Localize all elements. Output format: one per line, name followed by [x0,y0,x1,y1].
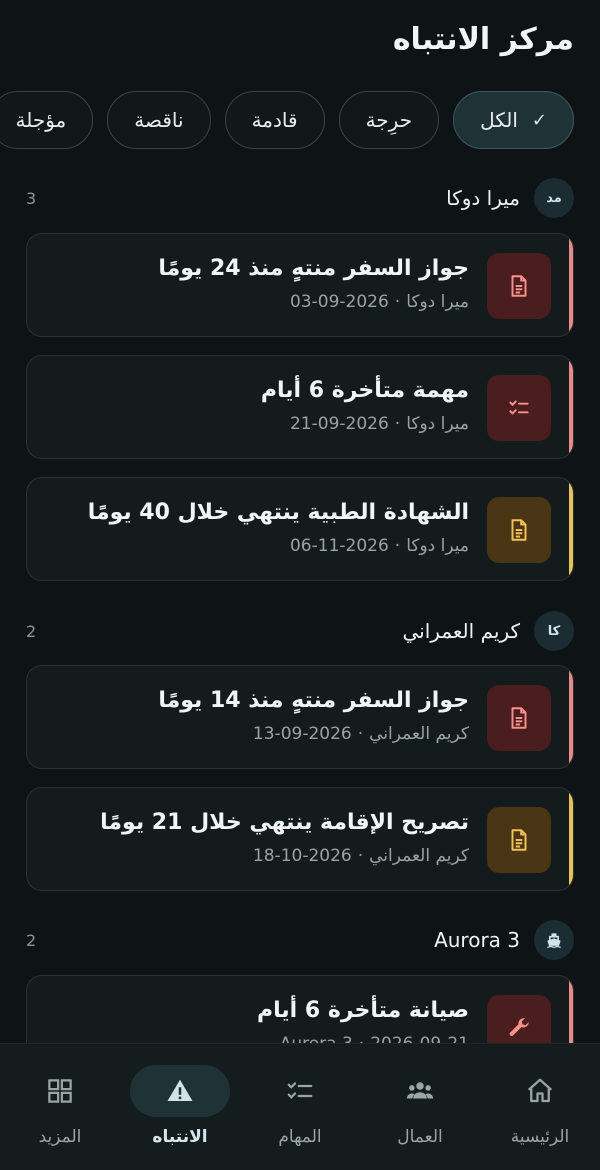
document-icon [487,497,551,563]
document-icon [487,685,551,751]
avatar: مد [534,178,574,218]
filter-chip-label: الكل [480,108,518,132]
task-list-icon [487,375,551,441]
filter-chip-label: ناقصة [134,108,184,132]
grid-icon [10,1065,110,1117]
nav-item-workers[interactable]: العمال [360,1044,480,1170]
alert-card[interactable]: جواز السفر منتهٍ منذ 14 يومًا كريم العمر… [26,665,574,769]
people-icon [370,1065,470,1117]
group-header-aurora[interactable]: Aurora 3 2 [26,920,574,960]
filter-chip-postponed[interactable]: مؤجلة [0,91,94,149]
alert-person: كريم العمراني [369,846,469,866]
alert-title: الشهادة الطبية ينتهي خلال 40 يومًا [87,500,469,525]
group-header-karim[interactable]: كا كريم العمراني 2 [26,611,574,651]
alert-card[interactable]: جواز السفر منتهٍ منذ 24 يومًا ميرا دوكا·… [26,233,574,337]
filter-chip-incomplete[interactable]: ناقصة [107,91,211,149]
filter-chip-upcoming[interactable]: قادمة [224,91,325,149]
alert-title: جواز السفر منتهٍ منذ 24 يومًا [158,256,469,281]
filter-chip-label: مؤجلة [15,108,67,132]
alert-date: 2026-10-18 [252,846,352,866]
group-count: 2 [26,621,37,641]
nav-item-more[interactable]: المزيد [0,1044,120,1170]
alert-card[interactable]: الشهادة الطبية ينتهي خلال 40 يومًا ميرا … [26,477,574,581]
document-icon [487,807,551,873]
alert-person: ميرا دوكا [406,536,469,556]
page-title: مركز الانتباه [392,22,574,57]
filter-chip-label: قادمة [251,108,298,132]
alert-meta: ميرا دوكا·2026-09-21 [289,414,469,434]
attention-center-screen: مركز الانتباه ✓ الكل حرِجة قادمة ناقصة م… [0,0,600,1170]
bottom-navigation: الرئيسية العمال المهام الانتباه المزيد [0,1043,600,1170]
filter-chips: ✓ الكل حرِجة قادمة ناقصة مؤجلة [0,91,574,149]
alert-date: 2026-09-21 [289,414,389,434]
warning-icon [130,1065,230,1117]
group-name: كريم العمراني [402,619,520,643]
ship-icon [534,920,574,960]
nav-label: الرئيسية [510,1127,570,1147]
alert-date: 2026-09-13 [252,724,352,744]
alert-title: صيانة متأخرة 6 أيام [257,998,469,1023]
alert-person: ميرا دوكا [406,414,469,434]
group-name: ميرا دوكا [446,186,520,210]
alert-meta: ميرا دوكا·2026-11-06 [289,536,469,556]
nav-label: العمال [397,1127,443,1147]
avatar: كا [534,611,574,651]
severity-stripe [569,234,573,336]
alert-meta: كريم العمراني·2026-10-18 [252,846,469,866]
severity-stripe [569,478,573,580]
nav-item-home[interactable]: الرئيسية [480,1044,600,1170]
nav-item-tasks[interactable]: المهام [240,1044,360,1170]
alert-date: 2026-09-03 [289,292,389,312]
alert-person: ميرا دوكا [406,292,469,312]
nav-item-attention[interactable]: الانتباه [120,1044,240,1170]
alert-meta: كريم العمراني·2026-09-13 [252,724,469,744]
nav-label: المهام [278,1127,322,1147]
filter-chip-critical[interactable]: حرِجة [338,91,440,149]
severity-stripe [569,356,573,458]
severity-stripe [569,666,573,768]
alert-title: مهمة متأخرة 6 أيام [260,378,469,403]
group-count: 2 [26,930,37,950]
group-count: 3 [26,188,37,208]
home-icon [490,1065,590,1117]
nav-label: المزيد [38,1127,82,1147]
group-name: Aurora 3 [434,928,520,952]
checklist-icon [250,1065,350,1117]
alert-meta: ميرا دوكا·2026-09-03 [289,292,469,312]
alert-card[interactable]: تصريح الإقامة ينتهي خلال 21 يومًا كريم ا… [26,787,574,891]
alert-title: جواز السفر منتهٍ منذ 14 يومًا [158,688,469,713]
document-icon [487,253,551,319]
nav-label: الانتباه [152,1127,208,1147]
alert-person: كريم العمراني [369,724,469,744]
severity-stripe [569,788,573,890]
filter-chip-label: حرِجة [365,108,413,132]
alert-date: 2026-11-06 [289,536,389,556]
group-header-mira[interactable]: مد ميرا دوكا 3 [26,178,574,218]
alert-card[interactable]: مهمة متأخرة 6 أيام ميرا دوكا·2026-09-21 [26,355,574,459]
alert-title: تصريح الإقامة ينتهي خلال 21 يومًا [100,810,469,835]
filter-chip-all[interactable]: ✓ الكل [453,91,574,149]
check-icon: ✓ [531,109,547,131]
